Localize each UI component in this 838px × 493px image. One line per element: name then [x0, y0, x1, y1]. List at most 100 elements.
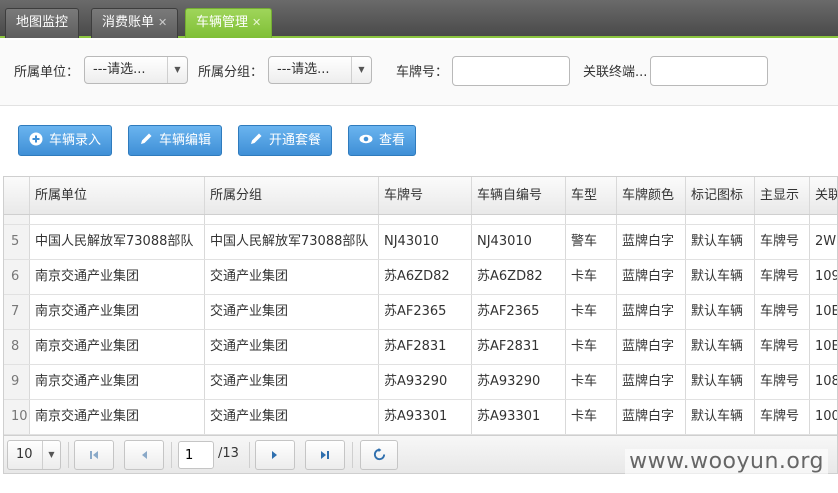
- divider: [249, 442, 250, 468]
- column-header[interactable]: 关联: [810, 177, 837, 214]
- chevron-down-icon: ▼: [351, 57, 371, 83]
- next-page-button[interactable]: [255, 440, 295, 470]
- tab-label: 消费账单: [102, 15, 155, 30]
- edit-vehicle-button[interactable]: 车辆编辑: [128, 125, 223, 156]
- refresh-button[interactable]: [360, 440, 398, 470]
- view-button[interactable]: 查看: [348, 125, 417, 156]
- tab-vehicle-management[interactable]: 车辆管理 ✕: [185, 8, 273, 38]
- plus-circle-icon: [29, 132, 43, 146]
- cell-plate: 苏AF2365: [379, 295, 472, 329]
- first-page-button[interactable]: [74, 440, 114, 470]
- column-header[interactable]: 所属单位: [30, 177, 205, 214]
- cell-display: 车牌号: [755, 365, 810, 399]
- cell-plate-color: 蓝牌白字: [617, 365, 686, 399]
- tab-label: 车辆管理: [196, 15, 249, 30]
- column-header[interactable]: 车牌颜色: [617, 177, 686, 214]
- add-vehicle-button[interactable]: 车辆录入: [18, 125, 113, 156]
- column-header[interactable]: 主显示: [755, 177, 810, 214]
- cell-selfno: 苏AF2365: [472, 295, 566, 329]
- total-pages-label: /13: [218, 446, 239, 461]
- cell-unit: 中国人民解放军73088部队: [30, 225, 205, 259]
- open-plan-button[interactable]: 开通套餐: [238, 125, 333, 156]
- plate-input[interactable]: [452, 56, 570, 86]
- cell-plate: 苏A93290: [379, 365, 472, 399]
- cell-unit: 南京交通产业集团: [30, 295, 205, 329]
- cell-type: 卡车: [566, 400, 617, 434]
- pencil-icon: [251, 133, 262, 144]
- table-header: 所属单位 所属分组 车牌号 车辆自编号 车型 车牌颜色 标记图标 主显示 关联: [4, 177, 837, 215]
- cell-group: 交通产业集团: [205, 400, 379, 434]
- first-page-icon: [90, 450, 98, 459]
- cell-unit: 南京交通产业集团: [30, 330, 205, 364]
- tab-map-monitor[interactable]: 地图监控: [5, 8, 80, 38]
- last-page-icon: [321, 450, 329, 459]
- cell-plate: 苏A93301: [379, 400, 472, 434]
- table-row[interactable]: 5 中国人民解放军73088部队 中国人民解放军73088部队 NJ43010 …: [4, 225, 837, 260]
- cell-icon: 默认车辆: [686, 400, 755, 434]
- page-size-select[interactable]: 10 ▼: [7, 440, 61, 470]
- refresh-icon: [373, 448, 385, 461]
- cell-selfno: NJ43010: [472, 225, 566, 259]
- edit-vehicle-label: 车辆编辑: [159, 133, 212, 148]
- cell-icon: 默认车辆: [686, 365, 755, 399]
- row-number: 7: [4, 295, 30, 329]
- group-select-value: ---请选...: [277, 62, 330, 77]
- column-header[interactable]: 车辆自编号: [472, 177, 566, 214]
- cell-type: 卡车: [566, 365, 617, 399]
- column-header[interactable]: 所属分组: [205, 177, 379, 214]
- tab-label: 地图监控: [16, 15, 69, 30]
- watermark-text: www.wooyun.org: [625, 449, 828, 474]
- terminal-input[interactable]: [650, 56, 768, 86]
- cell-group: 交通产业集团: [205, 295, 379, 329]
- table-row[interactable]: 9 南京交通产业集团 交通产业集团 苏A93290 苏A93290 卡车 蓝牌白…: [4, 365, 837, 400]
- prev-page-icon: [142, 450, 147, 459]
- next-page-icon: [272, 450, 277, 459]
- cell-link: 10E: [810, 295, 837, 329]
- chevron-down-icon: ▼: [42, 441, 60, 469]
- cell-selfno: 苏A6ZD82: [472, 260, 566, 294]
- table-row[interactable]: 6 南京交通产业集团 交通产业集团 苏A6ZD82 苏A6ZD82 卡车 蓝牌白…: [4, 260, 837, 295]
- cell-unit: 南京交通产业集团: [30, 260, 205, 294]
- open-plan-label: 开通套餐: [269, 133, 322, 148]
- cell-plate: 苏AF2831: [379, 330, 472, 364]
- tab-billing[interactable]: 消费账单 ✕: [91, 8, 179, 38]
- divider: [68, 442, 69, 468]
- group-select[interactable]: ---请选... ▼: [268, 56, 372, 84]
- cell-icon: 默认车辆: [686, 295, 755, 329]
- last-page-button[interactable]: [305, 440, 345, 470]
- cell-type: 警车: [566, 225, 617, 259]
- pencil-icon: [141, 133, 152, 144]
- cell-group: 中国人民解放军73088部队: [205, 225, 379, 259]
- cell-plate-color: 蓝牌白字: [617, 400, 686, 434]
- cell-group: 交通产业集团: [205, 365, 379, 399]
- cell-unit: 南京交通产业集团: [30, 400, 205, 434]
- row-number: 8: [4, 330, 30, 364]
- table-row[interactable]: 8 南京交通产业集团 交通产业集团 苏AF2831 苏AF2831 卡车 蓝牌白…: [4, 330, 837, 365]
- tab-bar: 地图监控 消费账单 ✕ 车辆管理 ✕: [0, 0, 838, 38]
- cell-selfno: 苏AF2831: [472, 330, 566, 364]
- close-icon[interactable]: ✕: [252, 16, 261, 29]
- table-row[interactable]: 7 南京交通产业集团 交通产业集团 苏AF2365 苏AF2365 卡车 蓝牌白…: [4, 295, 837, 330]
- page-number-input[interactable]: [178, 441, 214, 469]
- close-icon[interactable]: ✕: [158, 16, 167, 29]
- column-header[interactable]: 车型: [566, 177, 617, 214]
- column-header[interactable]: 车牌号: [379, 177, 472, 214]
- rownum-header: [4, 177, 30, 214]
- cell-group: 交通产业集团: [205, 330, 379, 364]
- cell-link: 108: [810, 365, 837, 399]
- divider: [352, 442, 353, 468]
- table-row-partial: [4, 215, 837, 225]
- cell-plate: NJ43010: [379, 225, 472, 259]
- unit-label: 所属单位：: [14, 65, 80, 80]
- cell-display: 车牌号: [755, 330, 810, 364]
- unit-select-value: ---请选...: [93, 62, 146, 77]
- vehicle-table: 所属单位 所属分组 车牌号 车辆自编号 车型 车牌颜色 标记图标 主显示 关联 …: [3, 176, 838, 436]
- add-vehicle-label: 车辆录入: [49, 133, 102, 148]
- cell-plate-color: 蓝牌白字: [617, 330, 686, 364]
- table-row[interactable]: 10 南京交通产业集团 交通产业集团 苏A93301 苏A93301 卡车 蓝牌…: [4, 400, 837, 435]
- cell-display: 车牌号: [755, 400, 810, 434]
- prev-page-button[interactable]: [124, 440, 164, 470]
- unit-select[interactable]: ---请选... ▼: [84, 56, 188, 84]
- view-label: 查看: [379, 133, 406, 148]
- column-header[interactable]: 标记图标: [686, 177, 755, 214]
